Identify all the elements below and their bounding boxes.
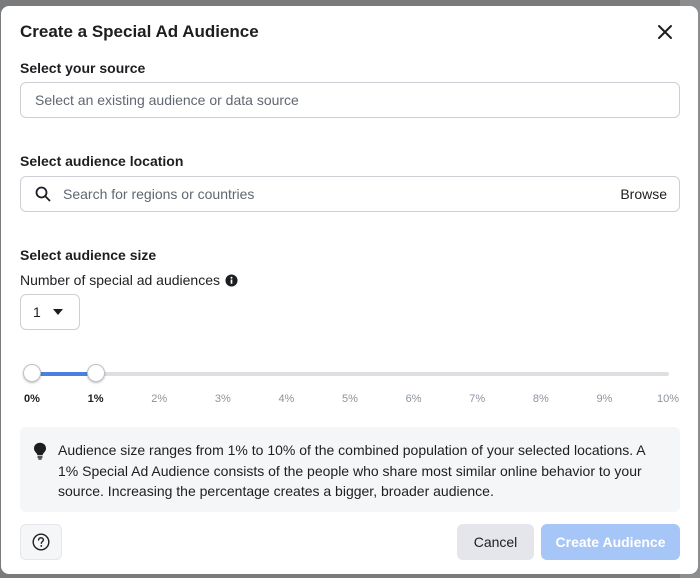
source-input[interactable] — [33, 82, 679, 118]
dialog-title: Create a Special Ad Audience — [20, 22, 259, 41]
size-slider-track[interactable] — [32, 372, 669, 376]
location-search-input[interactable] — [61, 176, 621, 212]
slider-tick-label: 2% — [151, 393, 168, 405]
location-field[interactable]: Browse — [20, 176, 680, 212]
slider-tick-label: 10% — [656, 393, 680, 405]
slider-tick-label: 9% — [596, 393, 613, 405]
info-icon[interactable] — [225, 273, 238, 287]
size-label: Select audience size — [20, 247, 157, 263]
slider-thumb-start[interactable] — [23, 364, 41, 382]
slider-tick-label: 0% — [24, 393, 40, 405]
search-icon — [35, 186, 51, 202]
caret-down-icon — [52, 309, 63, 315]
browse-button[interactable]: Browse — [620, 186, 679, 202]
slider-thumb-end[interactable] — [86, 364, 105, 382]
info-box: Audience size ranges from 1% to 10% of t… — [20, 427, 680, 512]
slider-tick-label: 8% — [532, 393, 549, 405]
help-icon — [32, 533, 50, 551]
location-label: Select audience location — [20, 153, 184, 169]
create-audience-button[interactable]: Create Audience — [541, 524, 680, 560]
slider-tick-label: 5% — [342, 393, 358, 405]
lightbulb-icon — [33, 442, 47, 466]
info-text: Audience size ranges from 1% to 10% of t… — [58, 442, 645, 499]
slider-tick-label: 4% — [278, 393, 295, 405]
slider-tick-label: 6% — [405, 393, 422, 405]
slider-tick-label: 1% — [87, 393, 104, 405]
audience-count-label: Number of special ad audiences — [20, 272, 221, 288]
create-special-ad-audience-dialog: Create a Special Ad Audience Select your… — [1, 6, 698, 574]
audience-count-row: Number of special ad audiences — [20, 272, 238, 288]
source-field[interactable] — [20, 82, 680, 118]
help-button[interactable] — [20, 524, 62, 560]
slider-tick-label: 3% — [214, 393, 231, 405]
source-label: Select your source — [20, 60, 146, 76]
close-icon — [658, 25, 672, 39]
audience-count-dropdown[interactable]: 1 — [20, 294, 80, 330]
audience-count-value: 1 — [33, 304, 41, 320]
cancel-button[interactable]: Cancel — [457, 524, 534, 560]
close-button[interactable] — [654, 21, 676, 43]
slider-tick-label: 7% — [469, 393, 486, 405]
